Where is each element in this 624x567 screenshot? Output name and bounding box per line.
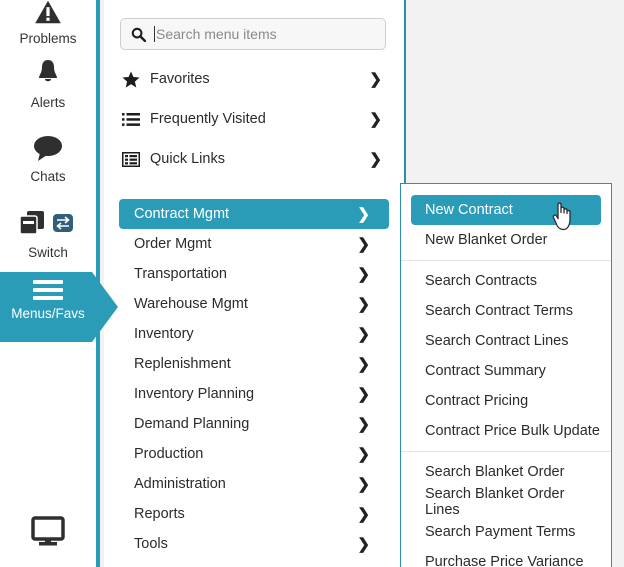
chat-bubble-icon — [0, 134, 96, 166]
rail-item-problems[interactable]: Problems — [0, 0, 96, 47]
chevron-right-icon: ❯ — [357, 386, 370, 403]
rail-item-switch[interactable]: Switch — [0, 210, 96, 261]
rail-item-label: Menus/Favs — [11, 306, 85, 321]
menu-item-transportation[interactable]: Transportation ❯ — [119, 259, 389, 289]
submenu-item-search-payment-terms[interactable]: Search Payment Terms — [411, 517, 601, 547]
menu-item-contract-mgmt[interactable]: Contract Mgmt ❯ — [119, 199, 389, 229]
submenu-item-label: Search Blanket Order Lines — [425, 486, 565, 518]
menu-item-warehouse-mgmt[interactable]: Warehouse Mgmt ❯ — [119, 289, 389, 319]
star-icon — [120, 71, 142, 88]
submenu-item-search-contract-terms[interactable]: Search Contract Terms — [411, 296, 601, 326]
chevron-right-icon: ❯ — [357, 506, 370, 523]
rail-item-label: Problems — [19, 30, 77, 46]
monitor-icon — [0, 516, 96, 550]
chevron-right-icon: ❯ — [357, 446, 370, 463]
submenu-item-search-blanket-order-lines[interactable]: Search Blanket Order Lines — [411, 486, 601, 518]
chevron-right-icon: ❯ — [357, 296, 370, 313]
chevron-right-icon: ❯ — [357, 266, 370, 283]
switch-windows-icon — [0, 210, 96, 242]
menu-item-administration[interactable]: Administration ❯ — [119, 469, 389, 499]
menu-item-label: Contract Mgmt — [134, 206, 230, 222]
menu-item-label: Favorites — [150, 71, 210, 87]
text-caret — [154, 26, 155, 42]
submenu-item-new-contract[interactable]: New Contract — [411, 195, 601, 225]
menu-item-inventory-planning[interactable]: Inventory Planning ❯ — [119, 379, 389, 409]
submenu-item-label: Search Contracts — [425, 273, 538, 289]
menu-item-label: Reports — [134, 506, 185, 522]
chevron-right-icon: ❯ — [369, 151, 382, 168]
submenu-item-label: Search Contract Lines — [425, 333, 569, 349]
submenu-item-label: New Blanket Order — [425, 232, 548, 248]
menu-item-frequently-visited[interactable]: Frequently Visited ❯ — [120, 102, 388, 136]
warning-triangle-icon — [0, 0, 96, 28]
menu-item-label: Inventory — [134, 326, 194, 342]
menu-item-replenishment[interactable]: Replenishment ❯ — [119, 349, 389, 379]
rail-item-chats[interactable]: Chats — [0, 134, 96, 185]
menu-item-label: Replenishment — [134, 356, 231, 372]
menu-item-label: Production — [134, 446, 204, 462]
panel-divider — [404, 0, 406, 184]
menu-item-label: Frequently Visited — [150, 111, 266, 127]
menu-item-label: Tools — [134, 536, 168, 552]
menu-item-label: Administration — [134, 476, 226, 492]
menu-item-label: Transportation — [134, 266, 227, 282]
menu-item-demand-planning[interactable]: Demand Planning ❯ — [119, 409, 389, 439]
submenu-item-label: Purchase Price Variance — [425, 554, 584, 567]
menu-item-quick-links[interactable]: Quick Links ❯ — [120, 142, 388, 176]
submenu-item-label: Contract Pricing — [425, 393, 529, 409]
menu-item-inventory[interactable]: Inventory ❯ — [119, 319, 389, 349]
chevron-right-icon: ❯ — [357, 536, 370, 553]
menu-item-label: Warehouse Mgmt — [134, 296, 248, 312]
submenu-item-label: Contract Price Bulk Update — [425, 423, 600, 439]
menu-item-label: Order Mgmt — [134, 236, 212, 252]
submenu-item-label: Contract Summary — [425, 363, 546, 379]
grid-list-icon — [120, 151, 142, 167]
submenu-item-purchase-price-variance[interactable]: Purchase Price Variance — [411, 547, 601, 567]
submenu-separator — [401, 260, 611, 261]
submenu-item-contract-summary[interactable]: Contract Summary — [411, 356, 601, 386]
rail-item-menus-favs[interactable]: Menus/Favs — [0, 272, 118, 342]
search-icon — [131, 27, 146, 42]
submenu-item-search-contract-lines[interactable]: Search Contract Lines — [411, 326, 601, 356]
submenu-item-label: Search Blanket Order — [425, 464, 565, 480]
bell-icon — [0, 58, 96, 92]
submenu-item-label: New Contract — [425, 202, 513, 218]
rail-item-monitor[interactable] — [0, 516, 96, 554]
menu-item-reports[interactable]: Reports ❯ — [119, 499, 389, 529]
menu-item-label: Inventory Planning — [134, 386, 255, 402]
rail-item-label: Alerts — [30, 94, 66, 110]
submenu-separator — [401, 451, 611, 452]
chevron-right-icon: ❯ — [357, 236, 370, 253]
submenu-item-new-blanket-order[interactable]: New Blanket Order — [411, 225, 601, 255]
submenu-item-contract-pricing[interactable]: Contract Pricing — [411, 386, 601, 416]
hamburger-icon — [33, 280, 63, 301]
rail-item-alerts[interactable]: Alerts — [0, 58, 96, 111]
menu-panel: Favorites ❯ Frequently Visited ❯ Quick L… — [104, 0, 404, 567]
ordered-list-icon — [120, 112, 142, 127]
submenu-item-contract-price-bulk-update[interactable]: Contract Price Bulk Update — [411, 416, 601, 446]
chevron-right-icon: ❯ — [357, 476, 370, 493]
submenu-item-search-contracts[interactable]: Search Contracts — [411, 266, 601, 296]
menu-item-label: Demand Planning — [134, 416, 250, 432]
chevron-right-icon: ❯ — [357, 326, 370, 343]
chevron-right-icon: ❯ — [357, 206, 370, 223]
submenu-item-label: Search Payment Terms — [425, 524, 576, 540]
rail-item-label: Chats — [30, 168, 66, 184]
menu-item-label: Quick Links — [150, 151, 225, 167]
menu-item-tools[interactable]: Tools ❯ — [119, 529, 389, 559]
chevron-right-icon: ❯ — [357, 356, 370, 373]
chevron-right-icon: ❯ — [357, 416, 370, 433]
menu-item-production[interactable]: Production ❯ — [119, 439, 389, 469]
search-box[interactable] — [120, 18, 386, 50]
chevron-right-icon: ❯ — [369, 111, 382, 128]
menu-item-favorites[interactable]: Favorites ❯ — [120, 62, 388, 96]
menu-item-order-mgmt[interactable]: Order Mgmt ❯ — [119, 229, 389, 259]
submenu-item-label: Search Contract Terms — [425, 303, 574, 319]
search-input[interactable] — [156, 26, 356, 42]
submenu-item-search-blanket-order[interactable]: Search Blanket Order — [411, 457, 601, 487]
rail-item-label: Switch — [28, 244, 68, 260]
chevron-right-icon: ❯ — [369, 71, 382, 88]
submenu-flyout-contract-mgmt: New Contract New Blanket Order Search Cont… — [400, 183, 612, 567]
